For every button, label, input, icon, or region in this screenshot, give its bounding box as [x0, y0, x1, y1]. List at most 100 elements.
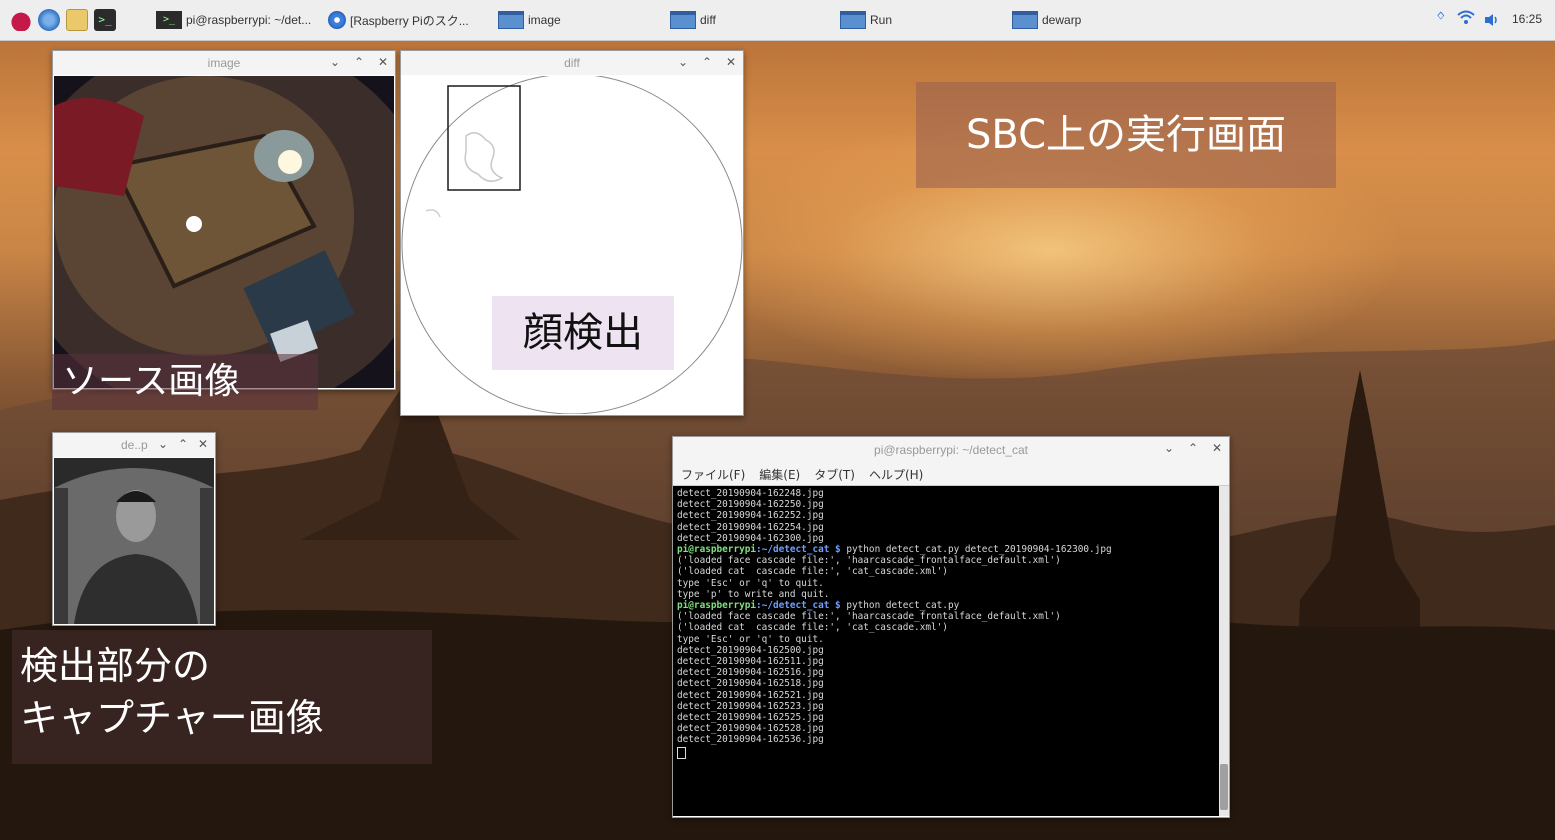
prompt-user: pi@raspberrypi: [677, 600, 757, 612]
terminal-line: ('loaded face cascade file:', 'haarcasca…: [677, 611, 1061, 623]
taskbar-item-label: image: [528, 13, 561, 27]
taskbar-item-run[interactable]: Run: [840, 7, 892, 33]
terminal-line: detect_20190904-162500.jpg: [677, 644, 824, 656]
window-icon: [670, 11, 696, 29]
terminal-scrollbar[interactable]: [1219, 486, 1229, 816]
window-dewarp: de..p ⌄ ⌃ ✕: [52, 432, 216, 626]
terminal-output[interactable]: detect_20190904-162248.jpg detect_2019090…: [673, 486, 1229, 816]
menu-edit[interactable]: 編集(E): [759, 466, 800, 483]
taskbar-item-label: Run: [870, 13, 893, 27]
window-titlebar[interactable]: pi@raspberrypi: ~/detect_cat ⌄ ⌃ ✕: [673, 437, 1229, 463]
terminal-line: ('loaded cat cascade file:', 'cat_cascad…: [677, 622, 948, 634]
scrollbar-thumb[interactable]: [1220, 764, 1228, 810]
window-title: pi@raspberrypi: ~/detect_cat: [874, 443, 1028, 457]
chromium-icon: [328, 11, 346, 29]
terminal-line: detect_20190904-162518.jpg: [677, 678, 824, 690]
taskbar-item-chromium[interactable]: [Raspberry Piのスク...: [328, 7, 469, 33]
terminal-icon[interactable]: >_: [94, 9, 116, 31]
minimize-icon[interactable]: ⌄: [677, 55, 689, 69]
minimize-icon[interactable]: ⌄: [157, 437, 169, 451]
terminal-icon: >_: [156, 11, 182, 29]
window-icon: [840, 11, 866, 29]
prompt-user: pi@raspberrypi: [677, 544, 757, 556]
maximize-icon[interactable]: ⌃: [353, 55, 365, 69]
web-browser-icon[interactable]: [38, 9, 60, 31]
terminal-line: detect_20190904-162250.jpg: [677, 499, 824, 511]
window-controls: ⌄ ⌃ ✕: [677, 55, 737, 69]
terminal-line: type 'Esc' or 'q' to quit.: [677, 577, 824, 589]
window-icon: [1012, 11, 1038, 29]
window-controls: ⌄ ⌃ ✕: [1163, 441, 1223, 455]
window-controls: ⌄ ⌃ ✕: [329, 55, 389, 69]
prompt-dir: :~/detect_cat $: [756, 600, 841, 612]
close-icon[interactable]: ✕: [725, 55, 737, 69]
window-titlebar[interactable]: image ⌄ ⌃ ✕: [53, 51, 395, 75]
terminal-line: detect_20190904-162521.jpg: [677, 689, 824, 701]
window-title: diff: [564, 56, 580, 70]
terminal-line: pi@raspberrypi:~/detect_cat $ python det…: [677, 544, 1229, 555]
terminal-line: ('loaded cat cascade file:', 'cat_cascad…: [677, 566, 948, 578]
window-controls: ⌄ ⌃ ✕: [157, 437, 209, 451]
prompt-dir: :~/detect_cat $: [756, 544, 841, 556]
close-icon[interactable]: ✕: [377, 55, 389, 69]
terminal-line: detect_20190904-162528.jpg: [677, 723, 824, 735]
caption-sbc-screen: SBC上の実行画面: [916, 82, 1336, 188]
caption-capture-line2: キャプチャー画像: [20, 696, 324, 740]
close-icon[interactable]: ✕: [1211, 441, 1223, 455]
caption-face-detect: 顔検出: [492, 296, 674, 370]
taskbar-item-label: pi@raspberrypi: ~/det...: [186, 13, 312, 27]
clock[interactable]: 16:25: [1512, 12, 1542, 26]
terminal-line: pi@raspberrypi:~/detect_cat $ python det…: [677, 600, 1229, 611]
window-titlebar[interactable]: de..p ⌄ ⌃ ✕: [53, 433, 215, 457]
taskbar-item-image[interactable]: image: [498, 7, 561, 33]
maximize-icon[interactable]: ⌃: [1187, 441, 1199, 455]
taskbar: >_ >_ pi@raspberrypi: ~/det... [Raspberr…: [0, 0, 1555, 41]
terminal-line: detect_20190904-162300.jpg: [677, 532, 824, 544]
caption-source-image: ソース画像: [52, 354, 318, 410]
menu-file[interactable]: ファイル(F): [681, 466, 745, 483]
raspberry-menu-icon[interactable]: [10, 9, 32, 31]
wifi-icon[interactable]: [1457, 10, 1475, 30]
terminal-line: type 'p' to write and quit.: [677, 588, 830, 600]
prompt-command: python detect_cat.py: [840, 600, 960, 612]
maximize-icon[interactable]: ⌃: [177, 437, 189, 451]
terminal-line: detect_20190904-162523.jpg: [677, 700, 824, 712]
window-image: image ⌄ ⌃ ✕: [52, 50, 396, 390]
terminal-line: detect_20190904-162252.jpg: [677, 510, 824, 522]
fisheye-source-image: [54, 76, 394, 388]
window-terminal: pi@raspberrypi: ~/detect_cat ⌄ ⌃ ✕ ファイル(…: [672, 436, 1230, 818]
terminal-line: detect_20190904-162525.jpg: [677, 712, 824, 724]
taskbar-item-diff[interactable]: diff: [670, 7, 716, 33]
prompt-command: python detect_cat.py detect_20190904-162…: [840, 544, 1112, 556]
window-title: image: [207, 56, 241, 70]
minimize-icon[interactable]: ⌄: [329, 55, 341, 69]
taskbar-item-label: diff: [700, 13, 716, 27]
window-titlebar[interactable]: diff ⌄ ⌃ ✕: [401, 51, 743, 75]
taskbar-item-dewarp[interactable]: dewarp: [1012, 7, 1081, 33]
taskbar-item-terminal[interactable]: >_ pi@raspberrypi: ~/det...: [156, 7, 311, 33]
menu-tab[interactable]: タブ(T): [814, 466, 855, 483]
taskbar-item-label: [Raspberry Piのスク...: [350, 13, 469, 28]
menu-help[interactable]: ヘルプ(H): [869, 466, 923, 483]
window-icon: [498, 11, 524, 29]
volume-icon[interactable]: [1484, 12, 1500, 31]
window-title: de..p: [121, 438, 148, 452]
caption-capture: 検出部分の キャプチャー画像: [12, 630, 432, 764]
minimize-icon[interactable]: ⌄: [1163, 441, 1175, 455]
terminal-line: detect_20190904-162248.jpg: [677, 488, 824, 499]
file-manager-icon[interactable]: [66, 9, 88, 31]
terminal-line: detect_20190904-162254.jpg: [677, 521, 824, 533]
terminal-cursor: [677, 746, 686, 759]
terminal-line: ('loaded face cascade file:', 'haarcasca…: [677, 555, 1061, 567]
terminal-line: detect_20190904-162516.jpg: [677, 667, 824, 679]
captured-face-image: [54, 458, 214, 624]
maximize-icon[interactable]: ⌃: [701, 55, 713, 69]
caption-capture-line1: 検出部分の: [20, 644, 211, 688]
terminal-line: detect_20190904-162511.jpg: [677, 656, 824, 668]
close-icon[interactable]: ✕: [197, 437, 209, 451]
terminal-line: type 'Esc' or 'q' to quit.: [677, 633, 824, 645]
taskbar-item-label: dewarp: [1042, 13, 1082, 27]
terminal-menubar: ファイル(F) 編集(E) タブ(T) ヘルプ(H): [673, 463, 1229, 486]
terminal-lines: detect_20190904-162248.jpg detect_2019090…: [673, 486, 1229, 759]
bluetooth-icon[interactable]: ᛜ: [1436, 9, 1446, 27]
